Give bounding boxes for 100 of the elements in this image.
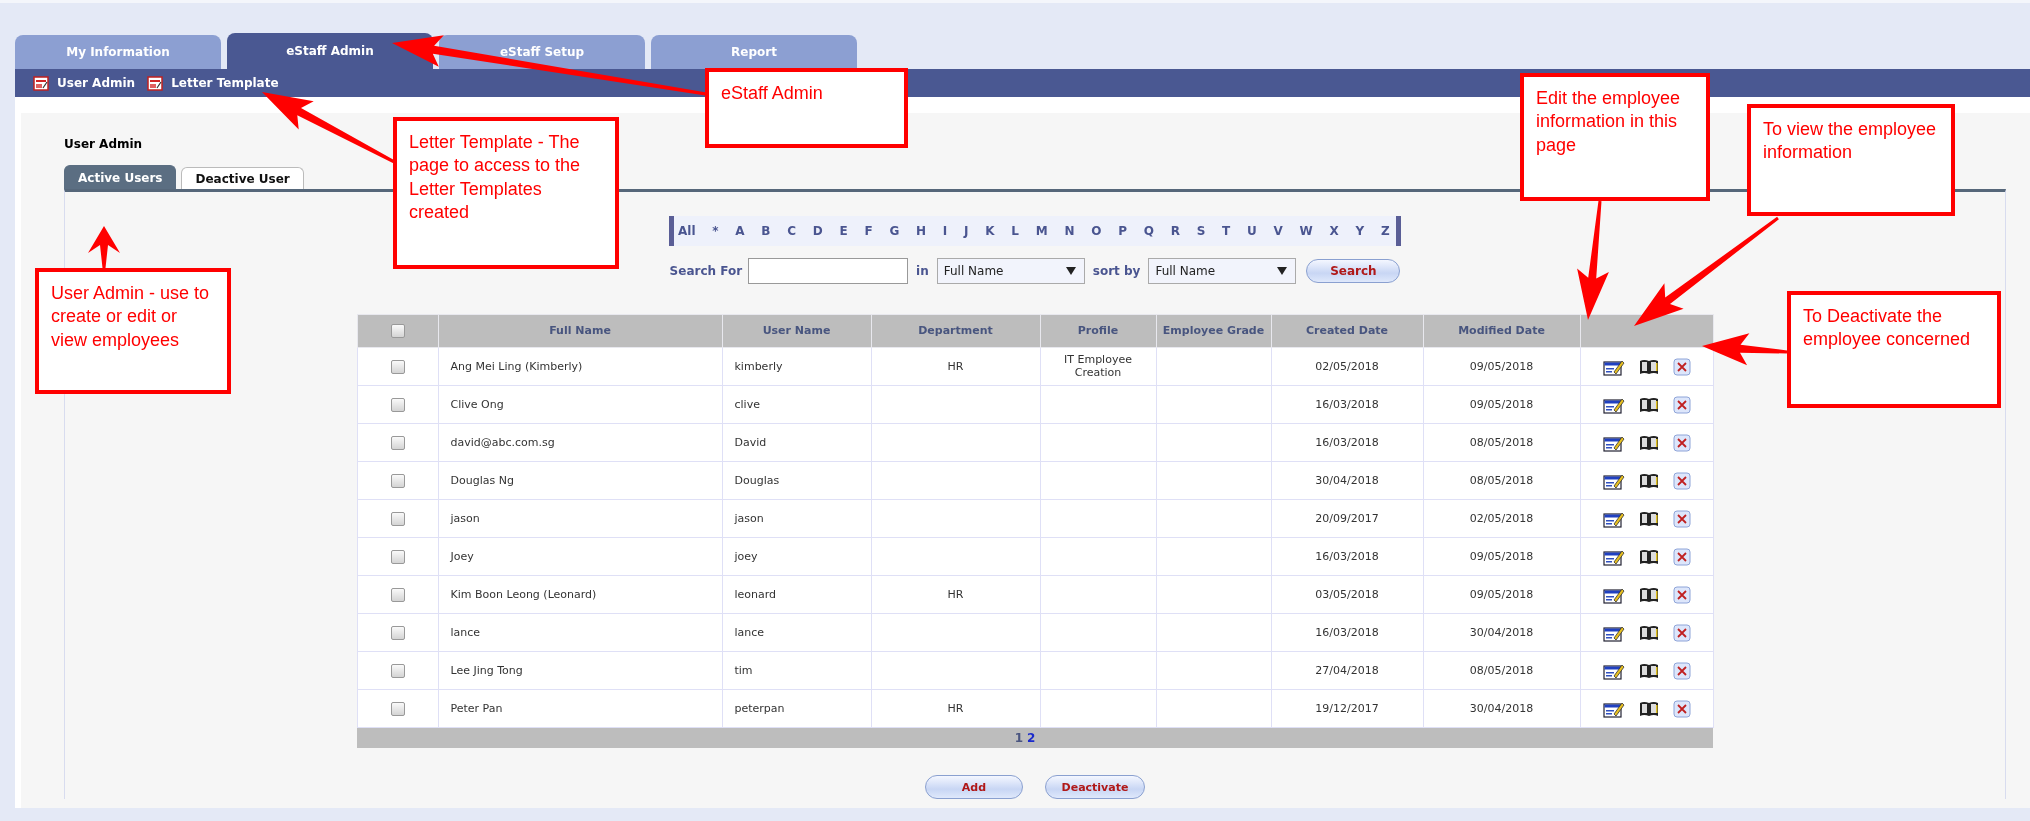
tab[interactable]: Deactive User xyxy=(181,167,304,189)
letter-link[interactable]: D xyxy=(812,224,823,238)
book-icon[interactable] xyxy=(1638,357,1659,376)
table-cell: 16/03/2018 xyxy=(1271,613,1423,652)
letter-link[interactable]: All xyxy=(678,224,696,238)
table-cell: peterpan xyxy=(722,689,871,728)
table-cell: 02/05/2018 xyxy=(1271,347,1423,386)
letter-link[interactable]: W xyxy=(1299,224,1313,238)
close-icon[interactable] xyxy=(1672,395,1691,414)
column-header: User Name xyxy=(722,314,871,348)
letter-link[interactable]: L xyxy=(1011,224,1019,238)
letter-link[interactable]: T xyxy=(1222,224,1231,238)
dropdown[interactable]: Full Name xyxy=(936,258,1085,284)
checkbox[interactable] xyxy=(390,473,405,488)
letter-link[interactable]: X xyxy=(1329,224,1339,238)
book-icon[interactable] xyxy=(1638,699,1659,718)
table-cell: jason xyxy=(722,499,871,538)
checkbox[interactable] xyxy=(390,625,405,640)
checkbox[interactable] xyxy=(390,549,405,564)
letter-link[interactable]: C xyxy=(787,224,797,238)
sort-label: sort by xyxy=(1092,264,1141,278)
letter-link[interactable]: K xyxy=(985,224,995,238)
checkbox[interactable] xyxy=(390,435,405,450)
column-header: Modified Date xyxy=(1423,314,1580,348)
letter-link[interactable]: I xyxy=(942,224,948,238)
table-cell: 27/04/2018 xyxy=(1271,651,1423,690)
letter-link[interactable]: U xyxy=(1247,224,1257,238)
table-cell: HR xyxy=(871,575,1040,614)
callout: Letter Template - The page to access to the Letter Templates created xyxy=(393,117,619,269)
nav-link[interactable]: User Admin xyxy=(57,76,136,90)
close-icon[interactable] xyxy=(1672,661,1691,680)
letter-link[interactable]: R xyxy=(1170,224,1180,238)
table-cell: 09/05/2018 xyxy=(1423,385,1580,424)
letter-link[interactable]: O xyxy=(1091,224,1102,238)
letter-link[interactable]: M xyxy=(1035,224,1048,238)
deactivate-button[interactable]: Deactivate xyxy=(1045,775,1145,799)
page-link[interactable]: 1 xyxy=(1014,731,1023,745)
table-cell: Kim Boon Leong (Leonard) xyxy=(438,575,722,614)
checkbox[interactable] xyxy=(390,397,405,412)
close-icon[interactable] xyxy=(1672,585,1691,604)
table-cell: tim xyxy=(722,651,871,690)
callout: User Admin - use to create or edit or view employees xyxy=(35,268,231,394)
letter-link[interactable]: Q xyxy=(1143,224,1154,238)
add-button[interactable]: Add xyxy=(925,775,1023,799)
column-header: Full Name xyxy=(438,314,722,348)
close-icon[interactable] xyxy=(1672,623,1691,642)
checkbox[interactable] xyxy=(390,511,405,526)
letter-link[interactable]: H xyxy=(916,224,927,238)
table-cell: jason xyxy=(438,499,722,538)
book-icon[interactable] xyxy=(1638,661,1659,680)
table-cell: 16/03/2018 xyxy=(1271,423,1423,462)
table-cell: Ang Mei Ling (Kimberly) xyxy=(438,347,722,386)
document-icon[interactable] xyxy=(147,75,164,91)
table-cell: 08/05/2018 xyxy=(1423,423,1580,462)
letter-link[interactable]: * xyxy=(712,224,719,238)
search-field[interactable] xyxy=(748,258,909,284)
close-icon[interactable] xyxy=(1672,699,1691,718)
letter-link[interactable]: Z xyxy=(1381,224,1390,238)
checkbox[interactable] xyxy=(390,587,405,602)
page-title: User Admin xyxy=(64,137,143,151)
document-icon[interactable] xyxy=(33,75,49,91)
book-icon[interactable] xyxy=(1638,395,1659,414)
search-button[interactable]: Search xyxy=(1306,259,1401,283)
nav-link[interactable]: Letter Template xyxy=(171,76,279,90)
table-cell: lance xyxy=(722,613,871,652)
table-cell: 30/04/2018 xyxy=(1423,689,1580,728)
book-icon[interactable] xyxy=(1638,509,1659,528)
book-icon[interactable] xyxy=(1638,471,1659,490)
checkbox[interactable] xyxy=(390,701,405,716)
letter-link[interactable]: A xyxy=(735,224,745,238)
nav-tab[interactable]: eStaff Admin xyxy=(227,33,433,69)
column-header: Department xyxy=(871,314,1040,348)
letter-link[interactable]: G xyxy=(889,224,900,238)
letter-link[interactable]: F xyxy=(864,224,873,238)
checkbox[interactable] xyxy=(390,663,405,678)
book-icon[interactable] xyxy=(1638,433,1659,452)
tab[interactable]: Active Users xyxy=(64,165,177,189)
table-cell: 20/09/2017 xyxy=(1271,499,1423,538)
letter-link[interactable]: B xyxy=(761,224,771,238)
dropdown[interactable]: Full Name xyxy=(1148,258,1297,284)
letter-link[interactable]: V xyxy=(1273,224,1283,238)
checkbox[interactable] xyxy=(390,359,405,374)
close-icon[interactable] xyxy=(1672,471,1691,490)
letter-link[interactable]: P xyxy=(1118,224,1127,238)
close-icon[interactable] xyxy=(1672,357,1691,376)
letter-link[interactable]: E xyxy=(839,224,848,238)
letter-link[interactable]: J xyxy=(964,224,969,238)
letter-link[interactable]: N xyxy=(1064,224,1075,238)
close-icon[interactable] xyxy=(1672,547,1691,566)
letter-link[interactable]: Y xyxy=(1355,224,1365,238)
checkbox[interactable] xyxy=(390,324,405,338)
callout-arrow xyxy=(88,226,120,268)
close-icon[interactable] xyxy=(1672,433,1691,452)
book-icon[interactable] xyxy=(1638,547,1659,566)
table-cell: 30/04/2018 xyxy=(1271,461,1423,500)
letter-link[interactable]: S xyxy=(1196,224,1206,238)
page-link[interactable]: 2 xyxy=(1027,731,1036,745)
book-icon[interactable] xyxy=(1638,623,1659,642)
book-icon[interactable] xyxy=(1638,585,1659,604)
close-icon[interactable] xyxy=(1672,509,1691,528)
